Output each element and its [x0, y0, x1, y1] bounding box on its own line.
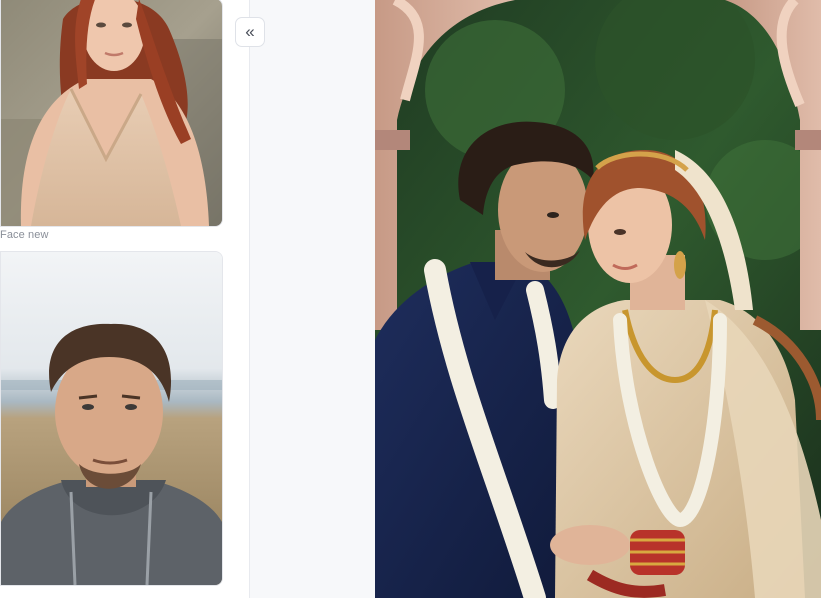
couple-wedding-photo [375, 0, 821, 598]
result-image [375, 0, 821, 598]
woman-portrait-image [1, 0, 222, 226]
source-face-photo-card[interactable] [0, 251, 223, 586]
face-new-label: Face new [0, 229, 49, 241]
middle-workspace-panel [250, 0, 375, 598]
target-photo-card[interactable] [0, 0, 223, 227]
collapse-panel-button[interactable]: « [235, 17, 265, 47]
double-chevron-left-icon: « [245, 22, 255, 41]
man-portrait-image [1, 252, 222, 585]
source-faces-panel: Face new [0, 0, 250, 598]
